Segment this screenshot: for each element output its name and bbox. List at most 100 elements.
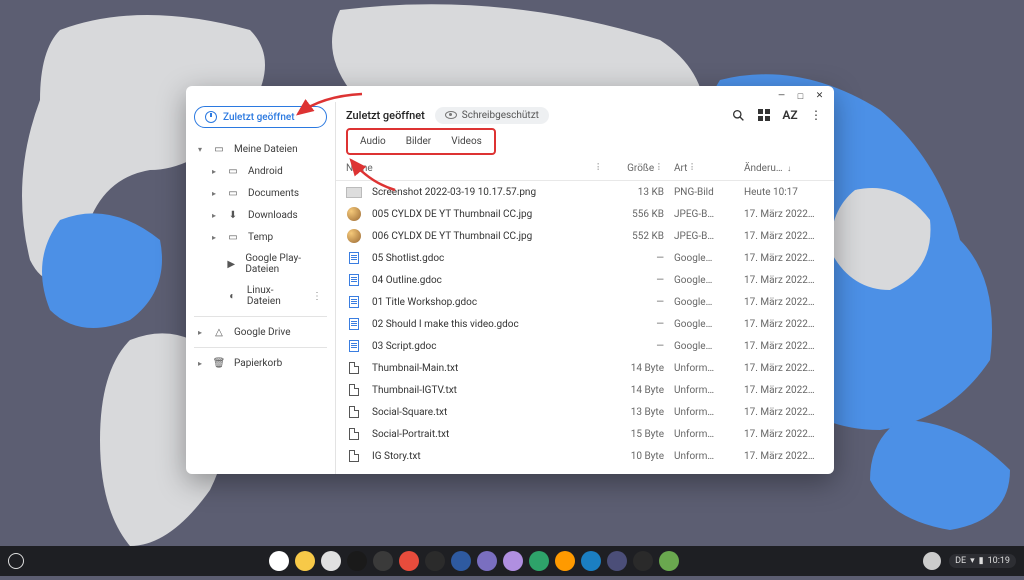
grid-view-icon[interactable] (756, 107, 772, 123)
launcher-button[interactable] (8, 553, 24, 569)
file-row[interactable]: Social-Portrait.txt 15 Byte Unform… 17. … (336, 423, 834, 445)
app-canva[interactable] (555, 551, 575, 571)
sort-button[interactable]: AZ (782, 107, 798, 123)
app-spotify[interactable] (529, 551, 549, 571)
col-divider-icon: ⠇ (657, 163, 664, 174)
file-date: 17. März 2022… (734, 341, 824, 352)
file-icon (346, 339, 362, 353)
sidebar-item-label: Linux-Dateien (247, 285, 304, 307)
sidebar-folder-downloads[interactable]: ▸ ⬇ Downloads (194, 204, 327, 226)
file-size: — (604, 297, 664, 308)
app-term[interactable] (633, 551, 653, 571)
app-adobe[interactable] (425, 551, 445, 571)
file-name: 006 CYLDX DE YT Thumbnail CC.jpg (372, 231, 604, 242)
tab-videos[interactable]: Videos (441, 132, 492, 151)
file-type: Unform… (664, 451, 734, 462)
user-avatar[interactable] (923, 552, 941, 570)
readonly-label: Schreibgeschützt (462, 110, 539, 121)
app-drive[interactable] (295, 551, 315, 571)
file-type: Google… (664, 319, 734, 330)
file-name: 005 CYLDX DE YT Thumbnail CC.jpg (372, 209, 604, 220)
file-type: Unform… (664, 363, 734, 374)
file-date: 17. März 2022… (734, 319, 824, 330)
sidebar-folder-temp[interactable]: ▸ ▭ Temp (194, 226, 327, 248)
tab-images[interactable]: Bilder (396, 132, 441, 151)
app-tag[interactable] (659, 551, 679, 571)
file-date: 17. März 2022… (734, 385, 824, 396)
file-row[interactable]: Screenshot 2022-03-19 10.17.57.png 13 KB… (336, 181, 834, 203)
file-row[interactable]: 01 Title Workshop.gdoc — Google… 17. Mär… (336, 291, 834, 313)
file-date: 17. März 2022… (734, 429, 824, 440)
app-figma[interactable] (503, 551, 523, 571)
sidebar-linux-files[interactable]: ◐ Linux-Dateien ⋮ (194, 280, 327, 312)
col-date[interactable]: Änderu… ↓ (734, 163, 824, 174)
app-unknown[interactable] (607, 551, 627, 571)
col-divider-icon: ⠇ (596, 163, 604, 174)
file-date: 17. März 2022… (734, 209, 824, 220)
sidebar-folder-documents[interactable]: ▸ ▭ Documents (194, 182, 327, 204)
file-name: 01 Title Workshop.gdoc (372, 297, 604, 308)
sidebar-my-files[interactable]: ▾ ▭ Meine Dateien (194, 138, 327, 160)
file-row[interactable]: 006 CYLDX DE YT Thumbnail CC.jpg 552 KB … (336, 225, 834, 247)
chevron-right-icon: ▸ (198, 359, 204, 368)
file-icon (346, 383, 362, 397)
tray-status[interactable]: DE ▾ ▮ 10:19 (949, 554, 1016, 568)
system-tray: DE ▾ ▮ 10:19 (923, 552, 1016, 570)
file-icon (346, 185, 362, 199)
file-icon (346, 405, 362, 419)
file-row[interactable]: 005 CYLDX DE YT Thumbnail CC.jpg 556 KB … (336, 203, 834, 225)
sidebar-google-drive[interactable]: ▸ △ Google Drive (194, 321, 327, 343)
eye-icon (445, 111, 457, 119)
file-row[interactable]: Thumbnail-IGTV.txt 14 Byte Unform… 17. M… (336, 379, 834, 401)
app-chrome[interactable] (269, 551, 289, 571)
app-ps[interactable] (581, 551, 601, 571)
file-icon (346, 251, 362, 265)
col-type[interactable]: Art ⠇ (664, 163, 734, 174)
file-size: — (604, 319, 664, 330)
search-icon[interactable] (730, 107, 746, 123)
file-row[interactable]: 02 Should I make this video.gdoc — Googl… (336, 313, 834, 335)
sidebar-play-files[interactable]: ▶ Google Play-Dateien (194, 248, 327, 280)
readonly-chip[interactable]: Schreibgeschützt (435, 107, 549, 124)
file-row[interactable]: 04 Outline.gdoc — Google… 17. März 2022… (336, 269, 834, 291)
col-name[interactable]: Name (346, 163, 596, 174)
file-row[interactable]: Thumbnail-Main.txt 14 Byte Unform… 17. M… (336, 357, 834, 379)
file-row[interactable]: 05 Shotlist.gdoc — Google… 17. März 2022… (336, 247, 834, 269)
file-date: 17. März 2022… (734, 231, 824, 242)
file-name: Social-Square.txt (372, 407, 604, 418)
more-menu-icon[interactable]: ⋮ (808, 107, 824, 123)
minimize-button[interactable]: — (777, 92, 786, 101)
app-lr[interactable] (451, 551, 471, 571)
sidebar-trash[interactable]: ▸ 🗑 Papierkorb (194, 352, 327, 374)
sort-desc-icon: ↓ (787, 164, 791, 173)
sidebar-item-label: Documents (248, 188, 299, 199)
app-capture[interactable] (477, 551, 497, 571)
file-row[interactable]: IG Story.txt 10 Byte Unform… 17. März 20… (336, 445, 834, 467)
sidebar-item-label: Papierkorb (234, 358, 282, 369)
tab-audio[interactable]: Audio (350, 132, 396, 151)
play-icon: ▶ (225, 258, 237, 270)
app-files[interactable] (321, 551, 341, 571)
more-icon[interactable]: ⋮ (312, 291, 323, 302)
app-asana[interactable] (399, 551, 419, 571)
folder-icon: ▭ (226, 187, 240, 199)
sidebar-item-label: Google Drive (234, 327, 291, 338)
chevron-right-icon: ▸ (212, 211, 218, 220)
app-power[interactable] (373, 551, 393, 571)
trash-icon: 🗑 (212, 357, 226, 369)
sidebar-item-label: Downloads (248, 210, 298, 221)
close-button[interactable]: ✕ (815, 92, 824, 101)
page-title: Zuletzt geöffnet (346, 109, 425, 122)
file-icon (346, 207, 362, 221)
sidebar-item-label: Meine Dateien (234, 144, 298, 155)
sidebar-folder-android[interactable]: ▸ ▭ Android (194, 160, 327, 182)
col-size[interactable]: Größe ⠇ (604, 163, 664, 174)
file-row[interactable]: 03 Script.gdoc — Google… 17. März 2022… (336, 335, 834, 357)
sidebar-recent[interactable]: Zuletzt geöffnet (194, 106, 327, 128)
file-name: 05 Shotlist.gdoc (372, 253, 604, 264)
file-name: 03 Script.gdoc (372, 341, 604, 352)
file-name: Thumbnail-Main.txt (372, 363, 604, 374)
maximize-button[interactable]: □ (796, 92, 805, 101)
file-row[interactable]: Social-Square.txt 13 Byte Unform… 17. Mä… (336, 401, 834, 423)
app-notion[interactable] (347, 551, 367, 571)
